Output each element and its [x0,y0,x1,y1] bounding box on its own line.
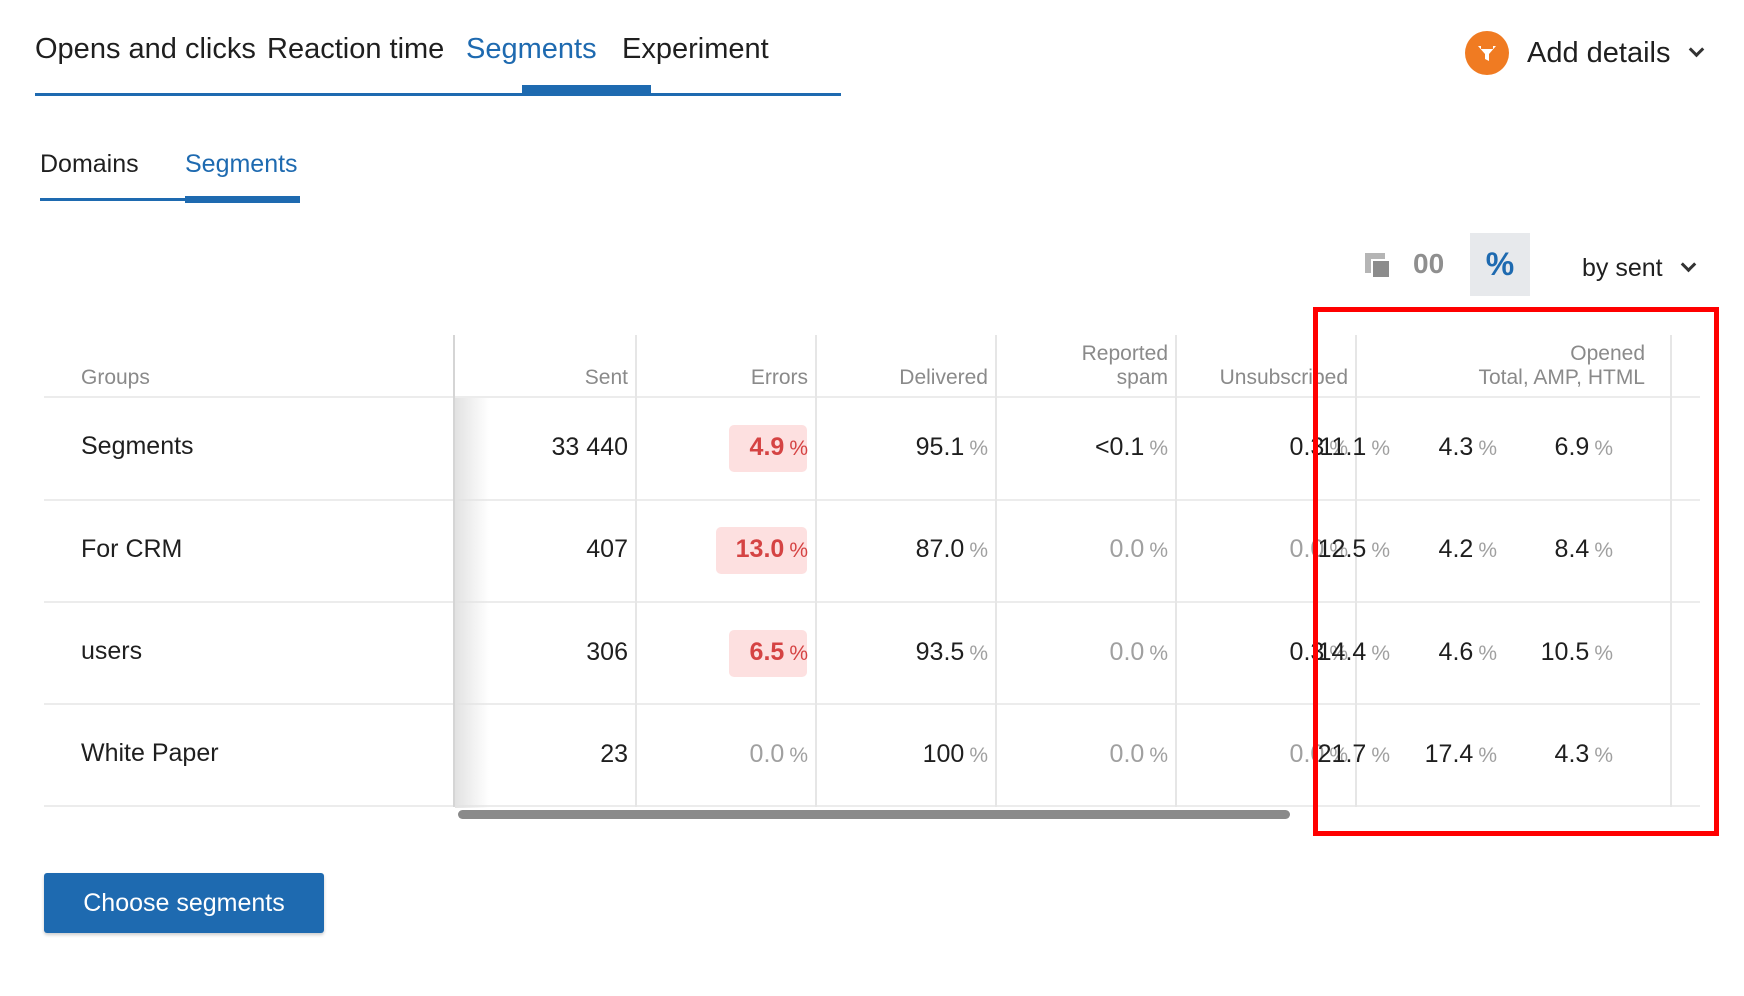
sent-value: 23 [600,740,628,768]
opened-html-value: 8.4% [1554,535,1613,563]
column-divider [635,335,637,807]
sent-value: 306 [586,638,628,666]
opened-html-value: 6.9% [1554,433,1613,461]
errors-value: 4.9% [749,433,808,461]
errors-value: 13.0% [735,535,808,563]
opened-total-value: 12.5% [1317,535,1390,563]
delivered-value: 93.5% [915,638,988,666]
column-divider [815,335,817,807]
frozen-column-shadow [455,398,489,808]
group-name[interactable]: For CRM [81,535,182,564]
delivered-value: 87.0% [915,535,988,563]
group-name[interactable]: Segments [81,432,194,461]
add-details-button[interactable]: Add details [1465,30,1704,76]
header-reported-spam-line2[interactable]: spam [1117,365,1168,390]
row-divider [44,601,1700,603]
errors-value: 0.0% [749,740,808,768]
opened-amp-value: 4.6% [1438,638,1497,666]
column-divider [1355,335,1357,807]
opened-html-value: 10.5% [1540,638,1613,666]
sort-by-label: by sent [1582,254,1663,282]
filter-icon [1465,31,1509,75]
delivered-value: 100% [922,740,988,768]
subtab-segments[interactable]: Segments [185,150,298,179]
opened-total-value: 11.1% [1319,433,1391,461]
spam-value: 0.0% [1109,740,1168,768]
sent-value: 407 [586,535,628,563]
copy-icon[interactable] [1365,253,1395,283]
group-name[interactable]: users [81,637,142,666]
header-unsubscribed[interactable]: Unsubscribed [1220,365,1348,390]
sort-by-select[interactable]: by sent [1582,254,1696,283]
opened-amp-value: 4.3% [1438,433,1497,461]
tab-experiment[interactable]: Experiment [622,33,769,66]
row-divider [44,396,1700,398]
sent-value: 33 440 [551,433,628,461]
opened-total-value: 14.4% [1317,638,1390,666]
column-divider [995,335,997,807]
spam-value: 0.0% [1109,535,1168,563]
chevron-down-icon [1688,41,1704,57]
opened-total-value: 21.7% [1317,740,1390,768]
opened-amp-value: 4.2% [1438,535,1497,563]
header-reported-spam-line1[interactable]: Reported [1082,341,1168,366]
header-sent[interactable]: Sent [585,365,628,390]
tab-reaction-time[interactable]: Reaction time [267,33,444,66]
segments-table: Groups Sent Errors Delivered Reported sp… [44,335,1700,819]
header-delivered[interactable]: Delivered [899,365,988,390]
column-divider [1175,335,1177,807]
active-tab-indicator [522,85,651,93]
column-divider [1670,335,1672,807]
horizontal-scrollbar[interactable] [458,810,1290,819]
row-divider [44,703,1700,705]
subtab-domains[interactable]: Domains [40,150,139,179]
row-divider [44,805,1700,807]
header-opened-line2[interactable]: Total, AMP, HTML [1478,365,1645,390]
choose-segments-button[interactable]: Choose segments [44,873,324,933]
tab-segments[interactable]: Segments [466,33,597,66]
tab-opens-and-clicks[interactable]: Opens and clicks [35,33,256,66]
header-groups[interactable]: Groups [81,365,150,390]
errors-value: 6.5% [749,638,808,666]
row-divider [44,499,1700,501]
chevron-down-icon [1680,256,1696,273]
opened-amp-value: 17.4% [1424,740,1497,768]
active-subtab-indicator [185,196,300,203]
header-errors[interactable]: Errors [751,365,808,390]
add-details-label: Add details [1527,36,1671,69]
spam-value: 0.0% [1109,638,1168,666]
spam-value: <0.1% [1094,433,1168,461]
main-tabs: Opens and clicks Reaction time Segments … [35,0,841,96]
header-opened-line1[interactable]: Opened [1570,341,1645,366]
absolute-values-toggle[interactable]: 00 [1413,248,1444,280]
delivered-value: 95.1% [915,433,988,461]
opened-html-value: 4.3% [1554,740,1613,768]
group-name[interactable]: White Paper [81,739,219,768]
percent-values-toggle[interactable]: % [1470,233,1530,296]
